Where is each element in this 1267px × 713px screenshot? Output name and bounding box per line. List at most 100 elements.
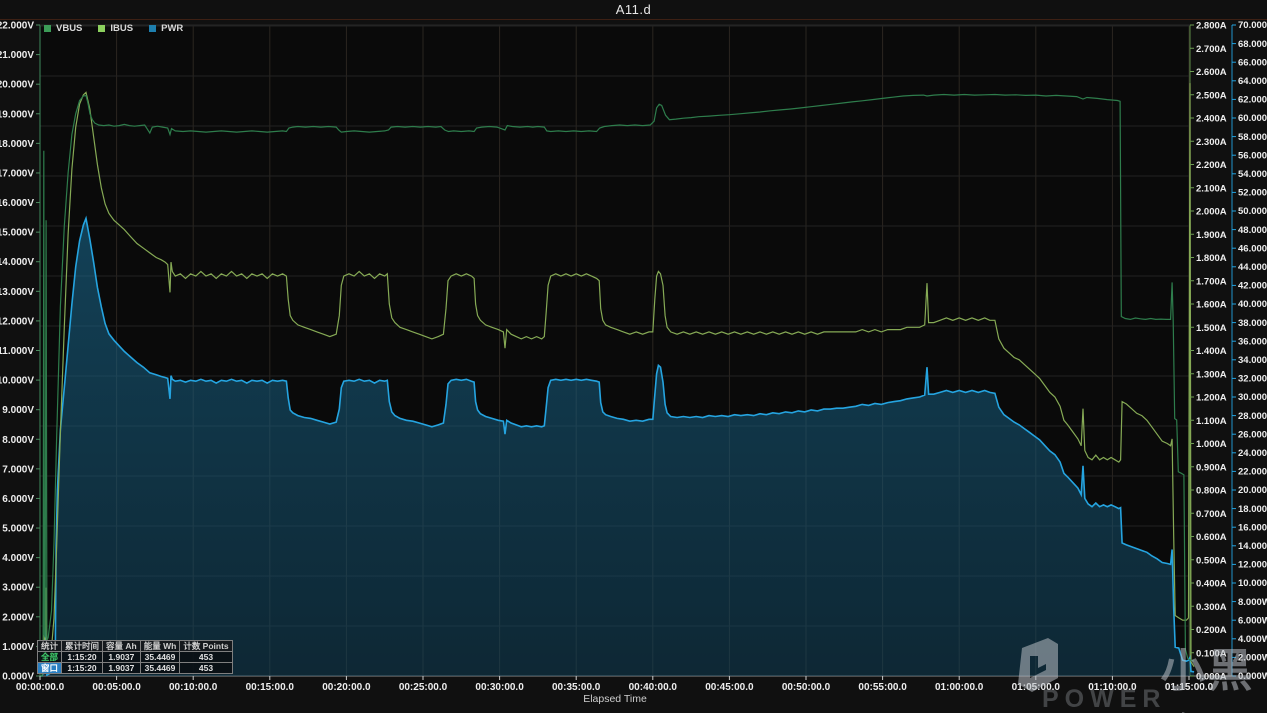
amp-tick-label: 1.100A — [1196, 416, 1227, 427]
watt-tick-label: 14.000W — [1238, 541, 1267, 552]
stats-all-wh: 35.4469 — [139, 651, 181, 663]
watt-tick-label: 58.000W — [1238, 132, 1267, 143]
legend-item-ibus[interactable]: IBUS — [98, 23, 133, 34]
time-tick-label: 01:00:00.0 — [935, 682, 984, 693]
time-tick-label: 00:25:00.0 — [399, 682, 448, 693]
amp-tick-label: 0.900A — [1196, 462, 1227, 473]
volt-tick-label: 15.000V — [0, 228, 34, 239]
stats-all-time: 1:15:20 — [61, 651, 104, 663]
amp-tick-label: 0.700A — [1196, 509, 1227, 520]
amp-tick-label: 1.300A — [1196, 369, 1227, 380]
stats-all-ah: 1.9037 — [102, 651, 141, 663]
stats-header-ah: 容量 Ah — [102, 640, 141, 652]
watt-tick-label: 56.000W — [1238, 150, 1267, 161]
watt-tick-label: 50.000W — [1238, 206, 1267, 217]
amp-tick-label: 0.500A — [1196, 555, 1227, 566]
watt-tick-label: 12.000W — [1238, 560, 1267, 571]
watt-tick-label: 26.000W — [1238, 429, 1267, 440]
time-tick-label: 00:40:00.0 — [629, 682, 678, 693]
watt-tick-label: 66.000W — [1238, 57, 1267, 68]
watt-tick-label: 40.000W — [1238, 299, 1267, 310]
watt-tick-label: 10.000W — [1238, 578, 1267, 589]
amp-tick-label: 0.300A — [1196, 602, 1227, 613]
time-tick-label: 00:15:00.0 — [246, 682, 295, 693]
amp-tick-label: 1.000A — [1196, 439, 1227, 450]
amp-tick-label: 1.800A — [1196, 253, 1227, 264]
time-tick-label: 00:00:00.0 — [16, 682, 65, 693]
watt-tick-label: 0.000W — [1238, 671, 1267, 682]
amp-tick-label: 1.700A — [1196, 276, 1227, 287]
watt-tick-label: 60.000W — [1238, 113, 1267, 124]
watt-tick-label: 38.000W — [1238, 318, 1267, 329]
stats-window-wh: 35.4469 — [139, 662, 181, 674]
pwr-swatch-icon — [149, 25, 157, 32]
watt-tick-label: 32.000W — [1238, 374, 1267, 385]
volt-tick-label: 22.000V — [0, 21, 34, 32]
chart-plot-area[interactable]: 22.000V 21.000V 20.000V 19.000V 18.000V 17.00… — [0, 0, 1267, 713]
app-window: A11.d 22.000V 21.000V 20.000V 19.000V 18.000… — [0, 0, 1267, 713]
watt-tick-label: 42.000W — [1238, 281, 1267, 292]
stats-header-row: 统计 累计时间 容量 Ah 能量 Wh 计数 Points — [36, 640, 233, 652]
amp-tick-label: 1.400A — [1196, 346, 1227, 357]
legend-item-pwr[interactable]: PWR — [149, 23, 183, 34]
x-axis-title: Elapsed Time — [583, 693, 647, 705]
stats-all-points: 453 — [179, 651, 233, 663]
time-tick-label: 00:55:00.0 — [858, 682, 907, 693]
volt-tick-label: 9.000V — [2, 405, 34, 416]
time-tick-label: 00:05:00.0 — [92, 682, 141, 693]
time-tick-label: 00:10:00.0 — [169, 682, 218, 693]
watt-tick-label: 30.000W — [1238, 392, 1267, 403]
volt-tick-label: 10.000V — [0, 376, 34, 387]
volt-tick-label: 16.000V — [0, 198, 34, 209]
amp-tick-label: 2.700A — [1196, 44, 1227, 55]
watt-tick-label: 44.000W — [1238, 262, 1267, 273]
time-tick-label: 00:45:00.0 — [705, 682, 754, 693]
watt-tick-label: 6.000W — [1238, 615, 1267, 626]
watt-tick-label: 24.000W — [1238, 448, 1267, 459]
stats-all-label: 全部 — [36, 651, 63, 663]
volt-tick-label: 4.000V — [2, 553, 34, 564]
amp-tick-label: 2.100A — [1196, 183, 1227, 194]
legend-item-vbus[interactable]: VBUS — [44, 23, 82, 34]
watt-tick-label: 54.000W — [1238, 169, 1267, 180]
ibus-swatch-icon — [98, 25, 106, 32]
amp-tick-label: 2.600A — [1196, 67, 1227, 78]
amp-tick-label: 0.200A — [1196, 625, 1227, 636]
volt-tick-label: 20.000V — [0, 80, 34, 91]
volt-tick-label: 0.000V — [2, 671, 34, 682]
volt-tick-label: 7.000V — [2, 464, 34, 475]
watt-tick-label: 18.000W — [1238, 504, 1267, 515]
amp-tick-label: 0.400A — [1196, 579, 1227, 590]
volt-tick-label: 8.000V — [2, 435, 34, 446]
data-series — [40, 83, 1195, 677]
stats-window-time: 1:15:20 — [61, 662, 104, 674]
amp-tick-label: 1.200A — [1196, 393, 1227, 404]
watt-tick-label: 48.000W — [1238, 225, 1267, 236]
stats-row-all[interactable]: 全部 1:15:20 1.9037 35.4469 453 — [36, 651, 233, 663]
stats-header-stat: 统计 — [36, 640, 63, 652]
volt-tick-label: 21.000V — [0, 50, 34, 61]
volt-tick-label: 1.000V — [2, 642, 34, 653]
watt-tick-label: 28.000W — [1238, 411, 1267, 422]
amp-tick-label: 1.900A — [1196, 230, 1227, 241]
stats-header-points: 计数 Points — [179, 640, 233, 652]
vbus-swatch-icon — [44, 25, 51, 32]
stats-header-wh: 能量 Wh — [139, 640, 181, 652]
time-tick-label: 00:20:00.0 — [322, 682, 371, 693]
statistics-table[interactable]: 统计 累计时间 容量 Ah 能量 Wh 计数 Points 全部 1:15:20… — [36, 640, 233, 674]
volt-tick-label: 5.000V — [2, 524, 34, 535]
volt-tick-label: 6.000V — [2, 494, 34, 505]
watt-tick-label: 70.000W — [1238, 20, 1267, 31]
volt-tick-label: 12.000V — [0, 316, 34, 327]
stats-window-ah: 1.9037 — [102, 662, 141, 674]
time-tick-label: 01:15:00.0 — [1165, 682, 1214, 693]
amp-tick-label: 0.800A — [1196, 486, 1227, 497]
stats-row-window[interactable]: 窗口 1:15:20 1.9037 35.4469 453 — [36, 662, 233, 674]
legend-label-vbus: VBUS — [56, 23, 83, 34]
watt-tick-label: 20.000W — [1238, 485, 1267, 496]
amp-tick-label: 0.100A — [1196, 648, 1227, 659]
time-tick-label: 00:50:00.0 — [782, 682, 831, 693]
watt-tick-label: 46.000W — [1238, 243, 1267, 254]
amp-tick-label: 2.400A — [1196, 114, 1227, 125]
watt-tick-label: 62.000W — [1238, 95, 1267, 106]
